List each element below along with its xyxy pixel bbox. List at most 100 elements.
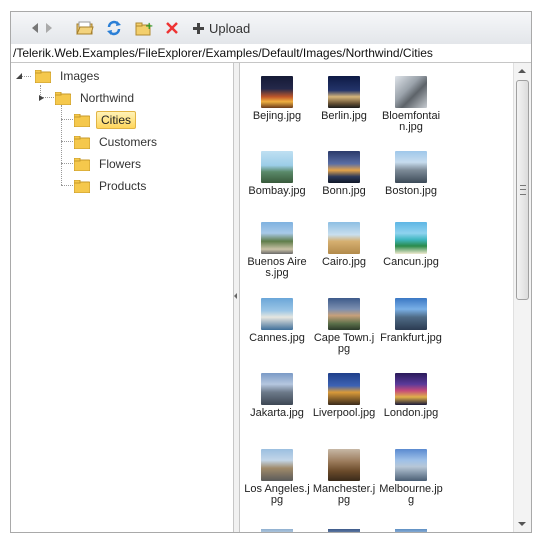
file-tile[interactable]: Boston.jpg	[378, 151, 444, 197]
file-name: Jakarta.jpg	[250, 407, 304, 419]
tree-node-images[interactable]: Images	[15, 66, 102, 86]
open-button[interactable]	[75, 18, 95, 38]
file-name: London.jpg	[383, 407, 439, 419]
file-name: Bejing.jpg	[252, 110, 302, 122]
new-folder-icon: +	[135, 21, 153, 36]
tree-node-cities[interactable]: Cities	[74, 110, 137, 130]
file-name: Cape Town.jpg	[313, 332, 375, 355]
folder-icon	[74, 157, 90, 171]
scrollbar-thumb[interactable]	[516, 80, 529, 300]
tree-line	[61, 119, 73, 120]
folder-icon	[35, 69, 51, 83]
tree-node-flowers[interactable]: Flowers	[74, 154, 144, 174]
collapse-arrow-icon	[16, 73, 22, 79]
tree-node-northwind[interactable]: Northwind	[37, 88, 137, 108]
refresh-icon	[107, 20, 121, 36]
image-thumbnail	[395, 449, 427, 481]
file-name: Cairo.jpg	[321, 256, 367, 268]
folder-icon	[55, 91, 71, 105]
tree-node-label: Images	[60, 69, 100, 83]
tree-node-products[interactable]: Products	[74, 176, 149, 196]
scroll-up-icon[interactable]	[518, 69, 526, 73]
file-tile[interactable]: Cannes.jpg	[244, 298, 310, 344]
tree-line	[61, 105, 62, 185]
tree-node-label: Products	[99, 179, 147, 193]
file-tile[interactable]: Jakarta.jpg	[244, 373, 310, 419]
image-thumbnail	[261, 151, 293, 183]
vertical-scrollbar[interactable]	[513, 63, 531, 532]
address-bar[interactable]: /Telerik.Web.Examples/FileExplorer/Examp…	[11, 44, 531, 63]
image-thumbnail	[261, 449, 293, 481]
file-name: Melbourne.jpg	[379, 483, 443, 506]
file-name: Manchester.jpg	[312, 483, 376, 506]
tree-node-label: Cities	[96, 111, 137, 129]
plus-icon	[193, 22, 204, 34]
image-thumbnail	[328, 449, 360, 481]
pane-splitter[interactable]	[233, 63, 240, 532]
file-tile[interactable]: Bejing.jpg	[244, 76, 310, 122]
file-tile[interactable]: London.jpg	[378, 373, 444, 419]
image-thumbnail	[328, 298, 360, 330]
tree-node-label: Northwind	[80, 91, 135, 105]
scroll-down-icon[interactable]	[518, 522, 526, 526]
file-name: Liverpool.jpg	[312, 407, 376, 419]
tree-line	[61, 141, 73, 142]
image-thumbnail	[328, 373, 360, 405]
file-tile[interactable]: Frankfurt.jpg	[378, 298, 444, 344]
image-thumbnail	[395, 298, 427, 330]
image-thumbnail	[395, 222, 427, 254]
image-thumbnail	[328, 529, 360, 532]
folder-icon	[74, 113, 90, 127]
forward-button[interactable]	[43, 18, 55, 38]
back-button[interactable]	[29, 18, 41, 38]
toolbar: + Upload	[11, 12, 531, 45]
file-tile[interactable]: Cancun.jpg	[378, 222, 444, 268]
image-thumbnail	[261, 222, 293, 254]
delete-button[interactable]	[163, 18, 181, 38]
image-thumbnail	[395, 151, 427, 183]
collapse-pane-icon[interactable]	[234, 293, 237, 299]
file-name: Bombay.jpg	[248, 185, 306, 197]
file-name: Cancun.jpg	[383, 256, 439, 268]
file-tile[interactable]: Bonn.jpg	[311, 151, 377, 197]
upload-label: Upload	[209, 20, 251, 36]
file-tile[interactable]: Manchester.jpg	[311, 449, 377, 506]
image-thumbnail	[395, 76, 427, 108]
tree-node-customers[interactable]: Customers	[74, 132, 160, 152]
file-tile[interactable]: Cairo.jpg	[311, 222, 377, 268]
arrow-left-icon	[32, 23, 38, 33]
image-thumbnail	[261, 76, 293, 108]
file-name: Los Angeles.jpg	[244, 483, 310, 506]
file-name: Frankfurt.jpg	[380, 332, 442, 344]
image-thumbnail	[328, 151, 360, 183]
file-tile[interactable]: Liverpool.jpg	[311, 373, 377, 419]
svg-text:+: +	[145, 21, 153, 32]
tree-node-label: Flowers	[99, 157, 142, 171]
grip-icon	[520, 185, 526, 195]
file-tile[interactable]: Cape Town.jpg	[311, 298, 377, 355]
upload-button[interactable]: Upload	[193, 18, 255, 38]
file-tile[interactable]: Los Angeles.jpg	[244, 449, 310, 506]
file-grid: Bejing.jpg Berlin.jpg Bloemfontain.jpg B…	[240, 63, 514, 532]
file-tile[interactable]: Buenos Aires.jpg	[244, 222, 310, 279]
tree-node-label: Customers	[99, 135, 158, 149]
file-name: Berlin.jpg	[321, 110, 367, 122]
file-tile[interactable]: Melbourne.jpg	[378, 449, 444, 506]
image-thumbnail	[261, 529, 293, 532]
file-tile[interactable]: Bloemfontain.jpg	[378, 76, 444, 133]
folder-icon	[74, 135, 90, 149]
refresh-button[interactable]	[104, 18, 124, 38]
folder-tree: Images Northwind Cities Customers Flower…	[11, 63, 233, 532]
open-folder-icon	[76, 21, 94, 35]
file-tile[interactable]: Bombay.jpg	[244, 151, 310, 197]
image-thumbnail	[328, 76, 360, 108]
folder-icon	[74, 179, 90, 193]
expand-arrow-icon	[39, 95, 44, 101]
file-tile[interactable]: Berlin.jpg	[311, 76, 377, 122]
file-name: Bonn.jpg	[322, 185, 366, 197]
tree-line	[61, 185, 73, 186]
file-name: Cannes.jpg	[249, 332, 305, 344]
image-thumbnail	[395, 373, 427, 405]
new-folder-button[interactable]: +	[134, 18, 154, 38]
image-thumbnail	[395, 529, 427, 532]
